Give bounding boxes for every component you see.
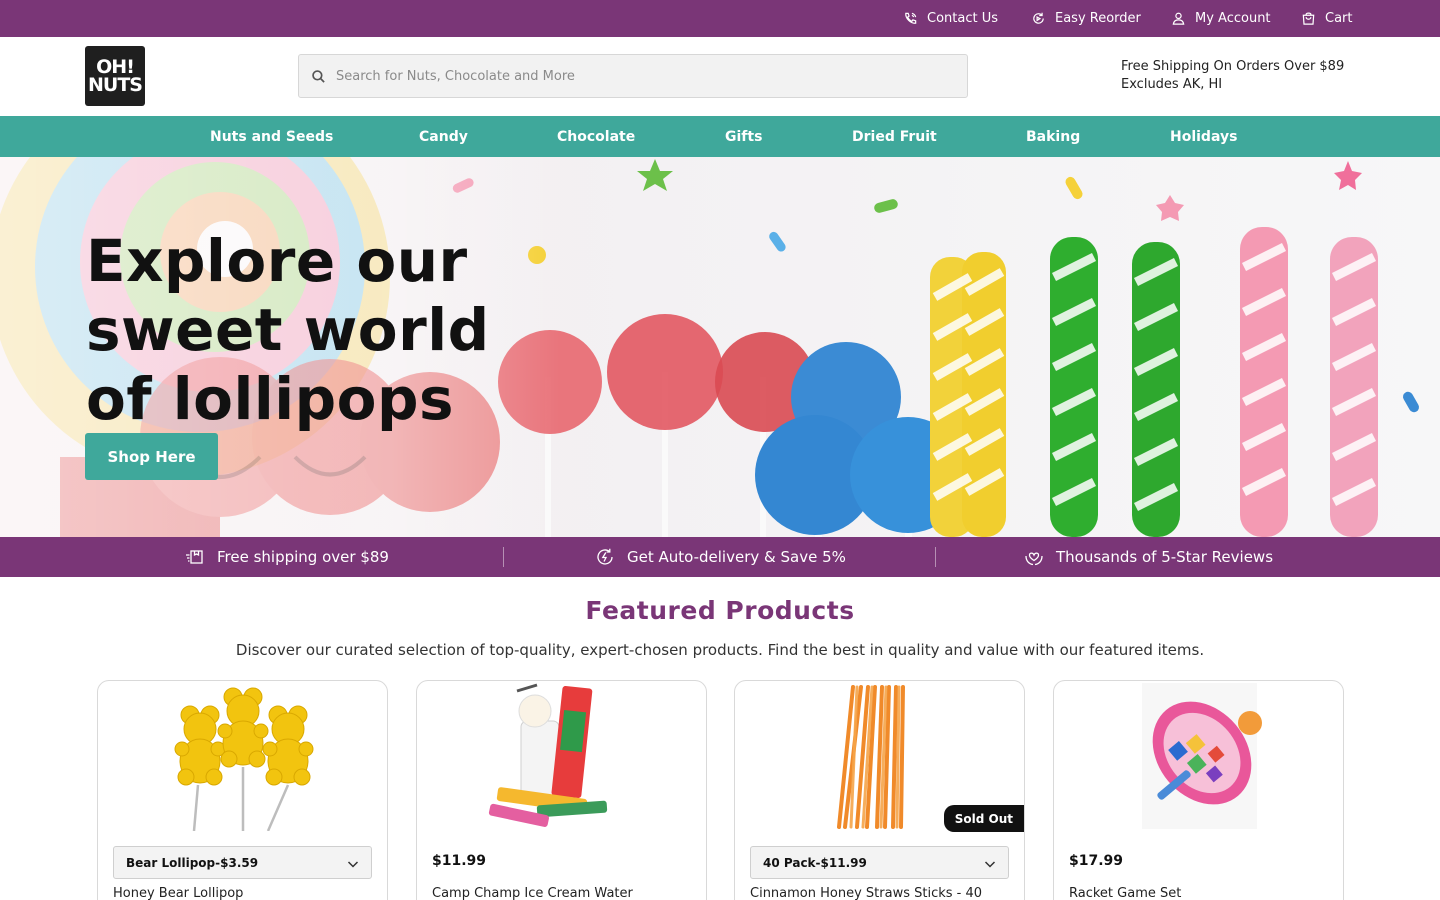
product-name[interactable]: Camp Champ Ice Cream Water [432, 886, 694, 900]
logo-line-2: NUTS [88, 74, 143, 96]
auto-delivery-icon [597, 548, 613, 565]
search-icon[interactable] [311, 69, 326, 84]
product-card-cinnamon-honey-straws[interactable]: Sold Out 40 Pack-$11.99 Cinnamon Honey S… [734, 680, 1025, 900]
variant-select-value: Bear Lollipop-$3.59 [126, 855, 259, 870]
hero-banner: Explore our sweet world of lollipops Sho… [0, 157, 1440, 537]
hero-heading: Explore our sweet world of lollipops [86, 227, 556, 434]
variant-select[interactable]: Bear Lollipop-$3.59 [113, 846, 372, 879]
benefit-free-shipping: Free shipping over $89 [185, 537, 389, 577]
product-name[interactable]: Honey Bear Lollipop [113, 886, 375, 900]
racket-game-set-image [1142, 683, 1262, 829]
shopping-bag-icon [1302, 12, 1315, 25]
sold-out-badge: Sold Out [943, 805, 1024, 832]
benefit-auto-delivery: Get Auto-delivery & Save 5% [595, 537, 846, 577]
shipping-box-icon [186, 550, 203, 564]
chevron-down-icon [984, 861, 996, 868]
featured-products-subtitle: Discover our curated selection of top-qu… [235, 641, 1205, 659]
variant-select[interactable]: 40 Pack-$11.99 [750, 846, 1009, 879]
benefit-reviews: Thousands of 5-Star Reviews [1024, 537, 1273, 577]
product-price: $11.99 [432, 853, 487, 869]
user-icon [1172, 12, 1185, 25]
contact-us-link[interactable]: Contact Us [903, 0, 998, 37]
product-card-camp-champ[interactable]: $11.99 Camp Champ Ice Cream Water [416, 680, 707, 900]
nav-item-candy[interactable]: Candy [419, 116, 468, 157]
hero-heading-line-2: sweet world [86, 296, 490, 364]
benefit-reviews-label: Thousands of 5-Star Reviews [1056, 548, 1274, 566]
variant-select-value: 40 Pack-$11.99 [763, 855, 867, 870]
my-account-label: My Account [1195, 11, 1271, 26]
nav-item-nuts-and-seeds[interactable]: Nuts and Seeds [210, 116, 333, 157]
hero-heading-line-3: of lollipops [86, 365, 455, 433]
product-name[interactable]: Cinnamon Honey Straws Sticks - 40 [750, 886, 1012, 900]
nav-item-holidays[interactable]: Holidays [1170, 116, 1237, 157]
benefit-auto-delivery-label: Get Auto-delivery & Save 5% [627, 548, 846, 566]
shipping-note-line-2: Excludes AK, HI [1121, 77, 1223, 92]
benefit-divider [935, 547, 936, 567]
cart-link[interactable]: Cart [1301, 0, 1353, 37]
product-card-racket-game-set[interactable]: $17.99 Racket Game Set [1053, 680, 1344, 900]
chevron-down-icon [347, 861, 359, 868]
nav-item-baking[interactable]: Baking [1026, 116, 1080, 157]
honey-bear-lollipop-image [174, 687, 314, 831]
easy-reorder-label: Easy Reorder [1055, 11, 1141, 26]
my-account-link[interactable]: My Account [1171, 0, 1271, 37]
search-bar [298, 54, 968, 98]
benefit-free-shipping-label: Free shipping over $89 [217, 548, 389, 566]
benefits-bar: Free shipping over $89 Get Auto-delivery… [0, 537, 1440, 577]
oh-nuts-logo[interactable]: OH! NUTS [85, 46, 145, 106]
top-utility-bar: Contact Us Easy Reorder My Account Cart [0, 0, 1440, 37]
nav-item-dried-fruit[interactable]: Dried Fruit [852, 116, 937, 157]
camp-champ-image [488, 683, 608, 827]
hero-heading-line-1: Explore our [86, 227, 468, 295]
cart-label: Cart [1325, 11, 1353, 26]
nav-item-chocolate[interactable]: Chocolate [557, 116, 635, 157]
search-input[interactable] [336, 68, 936, 84]
shipping-note: Free Shipping On Orders Over $89 Exclude… [1121, 58, 1344, 94]
contact-us-label: Contact Us [927, 11, 998, 26]
product-name[interactable]: Racket Game Set [1069, 886, 1331, 900]
product-card-honey-bear-lollipop[interactable]: Bear Lollipop-$3.59 Honey Bear Lollipop [97, 680, 388, 900]
main-navigation: Nuts and Seeds Candy Chocolate Gifts Dri… [0, 116, 1440, 157]
nav-item-gifts[interactable]: Gifts [725, 116, 762, 157]
phone-icon [905, 12, 917, 24]
product-price: $17.99 [1069, 853, 1124, 869]
shipping-note-line-1: Free Shipping On Orders Over $89 [1121, 59, 1345, 74]
shop-here-button[interactable]: Shop Here [85, 433, 218, 480]
heart-hands-icon [1025, 552, 1043, 566]
benefit-divider [503, 547, 504, 567]
easy-reorder-link[interactable]: Easy Reorder [1031, 0, 1141, 37]
reorder-icon [1033, 12, 1044, 24]
site-header: OH! NUTS Free Shipping On Orders Over $8… [0, 37, 1440, 116]
featured-products-title: Featured Products [585, 596, 855, 625]
